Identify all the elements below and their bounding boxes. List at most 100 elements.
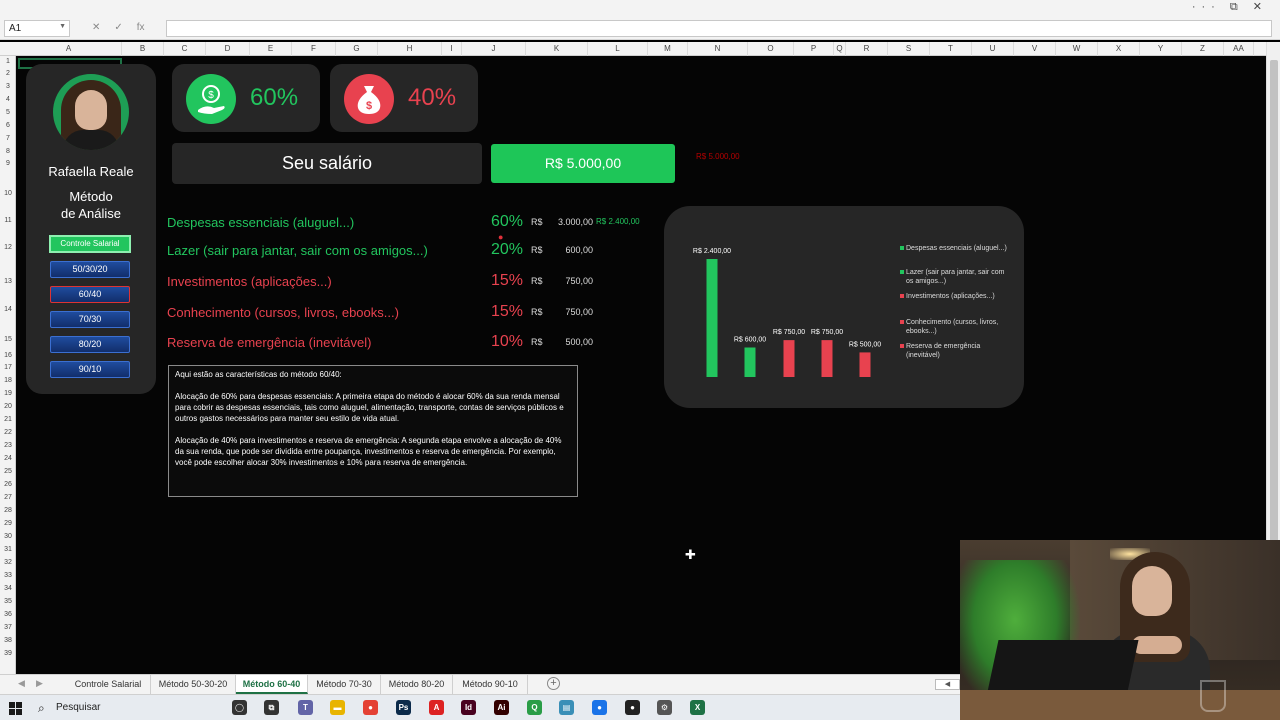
row-header[interactable]: 2	[0, 70, 16, 77]
column-header[interactable]: Y	[1140, 42, 1182, 56]
row-header[interactable]: 25	[0, 468, 16, 475]
column-header[interactable]: B	[122, 42, 164, 56]
add-sheet-button[interactable]: +	[547, 677, 560, 690]
windows-start-icon[interactable]	[9, 702, 22, 715]
row-header[interactable]: 38	[0, 637, 16, 644]
chart-bar[interactable]	[744, 347, 756, 378]
scroll-thumb[interactable]	[1270, 60, 1278, 580]
task-view-icon[interactable]: ◯	[232, 700, 247, 715]
row-header[interactable]: 21	[0, 416, 16, 423]
qlik-icon[interactable]: Q	[527, 700, 542, 715]
row-header[interactable]: 3	[0, 83, 16, 90]
row-header[interactable]: 39	[0, 650, 16, 657]
column-header[interactable]: N	[688, 42, 748, 56]
chevron-left-icon[interactable]: ◀	[18, 678, 25, 689]
row-header[interactable]: 32	[0, 559, 16, 566]
column-header[interactable]: K	[526, 42, 588, 56]
column-header[interactable]: E	[250, 42, 292, 56]
row-header[interactable]: 7	[0, 135, 16, 142]
row-header[interactable]: 23	[0, 442, 16, 449]
sheet-tab[interactable]: Método 50-30-20	[151, 675, 236, 694]
indesign-icon[interactable]: Id	[461, 700, 476, 715]
column-header[interactable]: M	[648, 42, 688, 56]
row-header[interactable]: 35	[0, 598, 16, 605]
method-60-40-button[interactable]: 60/40	[50, 286, 130, 303]
column-header[interactable]: R	[846, 42, 888, 56]
row-header[interactable]: 19	[0, 390, 16, 397]
column-header[interactable]: Q	[834, 42, 846, 56]
column-header[interactable]: T	[930, 42, 972, 56]
row-header[interactable]: 36	[0, 611, 16, 618]
column-header[interactable]: L	[588, 42, 648, 56]
sheet-tab[interactable]: Método 80-20	[381, 675, 453, 694]
column-header[interactable]: P	[794, 42, 834, 56]
formula-input[interactable]	[166, 20, 1272, 37]
row-header[interactable]: 31	[0, 546, 16, 553]
row-header[interactable]: 30	[0, 533, 16, 540]
row-header[interactable]: 12	[0, 244, 16, 251]
column-header[interactable]: AA	[1224, 42, 1254, 56]
chevron-right-icon[interactable]: ▶	[36, 678, 43, 689]
column-header[interactable]: O	[748, 42, 794, 56]
row-header[interactable]: 26	[0, 481, 16, 488]
settings-icon[interactable]: ⚙	[657, 700, 672, 715]
column-header[interactable]: U	[972, 42, 1014, 56]
chart-bar[interactable]	[783, 340, 795, 377]
chrome2-icon[interactable]: ●	[592, 700, 607, 715]
column-header[interactable]: Z	[1182, 42, 1224, 56]
chart-bar[interactable]	[821, 340, 833, 377]
chart-bar[interactable]	[706, 259, 718, 377]
obs-icon[interactable]: ●	[625, 700, 640, 715]
row-header[interactable]: 37	[0, 624, 16, 631]
sheet-tab[interactable]: Método 60-40	[236, 675, 308, 694]
row-header[interactable]: 1	[0, 58, 16, 65]
sheet-tab[interactable]: Controle Salarial	[66, 675, 151, 694]
row-header[interactable]: 18	[0, 377, 16, 384]
row-header[interactable]: 5	[0, 109, 16, 116]
row-header[interactable]: 4	[0, 96, 16, 103]
column-header[interactable]: W	[1056, 42, 1098, 56]
row-header[interactable]: 27	[0, 494, 16, 501]
row-header[interactable]: 9	[0, 160, 16, 167]
method-80-20-button[interactable]: 80/20	[50, 336, 130, 353]
row-header[interactable]: 11	[0, 217, 16, 224]
chart-bar[interactable]	[859, 352, 871, 377]
controle-salarial-button[interactable]: Controle Salarial	[49, 235, 131, 253]
column-header[interactable]: J	[462, 42, 526, 56]
chrome-icon[interactable]: ●	[363, 700, 378, 715]
multitask-icon[interactable]: ⧉	[264, 700, 279, 715]
row-header[interactable]: 6	[0, 122, 16, 129]
row-header[interactable]: 17	[0, 364, 16, 371]
row-header[interactable]: 33	[0, 572, 16, 579]
chevron-down-icon[interactable]: ▼	[59, 23, 66, 30]
method-70-30-button[interactable]: 70/30	[50, 311, 130, 328]
row-header[interactable]: 34	[0, 585, 16, 592]
enter-icon[interactable]: ✓	[114, 22, 122, 33]
row-header[interactable]: 10	[0, 190, 16, 197]
method-90-10-button[interactable]: 90/10	[50, 361, 130, 378]
row-header[interactable]: 28	[0, 507, 16, 514]
horizontal-scrollbar[interactable]: ◀	[935, 679, 960, 690]
row-header[interactable]: 29	[0, 520, 16, 527]
chart-card[interactable]: R$ 2.400,00 R$ 600,00 R$ 750,00 R$ 750,00 R$…	[664, 206, 1024, 408]
row-header[interactable]: 8	[0, 148, 16, 155]
row-header[interactable]: 16	[0, 352, 16, 359]
window-controls[interactable]: ··· ⧉ ✕	[1192, 0, 1268, 14]
column-header[interactable]: V	[1014, 42, 1056, 56]
excel-icon[interactable]: X	[690, 700, 705, 715]
column-header[interactable]: H	[378, 42, 442, 56]
illustrator-icon[interactable]: Ai	[494, 700, 509, 715]
column-header[interactable]: G	[336, 42, 378, 56]
row-header[interactable]: 13	[0, 278, 16, 285]
sheets-icon[interactable]: ▤	[559, 700, 574, 715]
row-header[interactable]: 14	[0, 306, 16, 313]
insert-function-icon[interactable]: fx	[137, 22, 145, 33]
row-header[interactable]: 24	[0, 455, 16, 462]
row-header[interactable]: 15	[0, 336, 16, 343]
row-header[interactable]: 20	[0, 403, 16, 410]
photoshop-icon[interactable]: Ps	[396, 700, 411, 715]
column-header[interactable]: S	[888, 42, 930, 56]
method-50-30-20-button[interactable]: 50/30/20	[50, 261, 130, 278]
sheet-tab[interactable]: Método 90-10	[453, 675, 528, 694]
column-header[interactable]: F	[292, 42, 336, 56]
